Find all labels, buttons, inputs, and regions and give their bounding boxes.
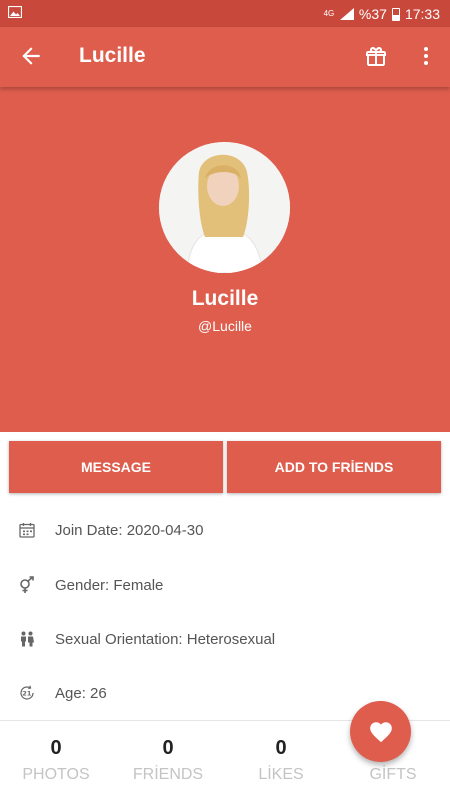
app-bar: Lucille: [0, 27, 450, 87]
avatar[interactable]: [159, 142, 290, 273]
back-arrow-icon[interactable]: [18, 43, 44, 69]
stat-photos[interactable]: 0 PHOTOS: [0, 721, 112, 800]
battery-icon: [391, 7, 400, 21]
orientation-text: Sexual Orientation: Heterosexual: [55, 630, 276, 648]
stat-likes-label: LİKES: [258, 766, 304, 783]
stat-likes[interactable]: 0 LİKES: [225, 721, 337, 800]
info-row-join-date: Join Date: 2020-04-30: [0, 515, 450, 545]
svg-text:21: 21: [22, 690, 32, 698]
like-button[interactable]: [350, 701, 411, 762]
info-row-orientation: Sexual Orientation: Heterosexual: [0, 624, 450, 654]
age-21-icon: 21: [20, 685, 34, 700]
stat-friends-label: FRİENDS: [132, 766, 204, 783]
profile-name: Lucille: [191, 287, 259, 310]
join-date-text: Join Date: 2020-04-30: [55, 521, 204, 539]
page-title: Lucille: [79, 44, 146, 67]
age-text: Age: 26: [55, 684, 107, 702]
stat-friends[interactable]: 0 FRİENDS: [112, 721, 224, 800]
battery-percent: %37: [358, 6, 387, 22]
stat-photos-label: PHOTOS: [22, 766, 90, 783]
heart-icon: [369, 721, 392, 742]
message-button[interactable]: MESSAGE: [9, 441, 223, 493]
gender-text: Gender: Female: [55, 576, 164, 594]
stat-photos-count: 0: [50, 737, 62, 759]
stat-gifts-label: GİFTS: [369, 766, 417, 783]
gender-icon: [20, 576, 34, 593]
stat-friends-count: 0: [162, 737, 174, 759]
info-row-gender: Gender: Female: [0, 570, 450, 600]
stat-likes-count: 0: [275, 737, 287, 759]
network-type: 4G: [323, 9, 335, 18]
avatar-image: [159, 142, 290, 273]
signal-icon: [339, 8, 354, 20]
gift-icon[interactable]: [364, 44, 388, 68]
status-bar: 4G %37 17:33: [0, 0, 450, 27]
profile-header: Lucille @Lucille: [0, 87, 450, 432]
image-notification-icon: [8, 6, 22, 18]
profile-handle: @Lucille: [198, 318, 252, 334]
calendar-icon: [19, 523, 35, 538]
people-icon: [21, 631, 34, 647]
more-options-icon[interactable]: [414, 44, 438, 68]
add-to-friends-button[interactable]: ADD TO FRİENDS: [227, 441, 441, 493]
clock: 17:33: [404, 6, 440, 22]
